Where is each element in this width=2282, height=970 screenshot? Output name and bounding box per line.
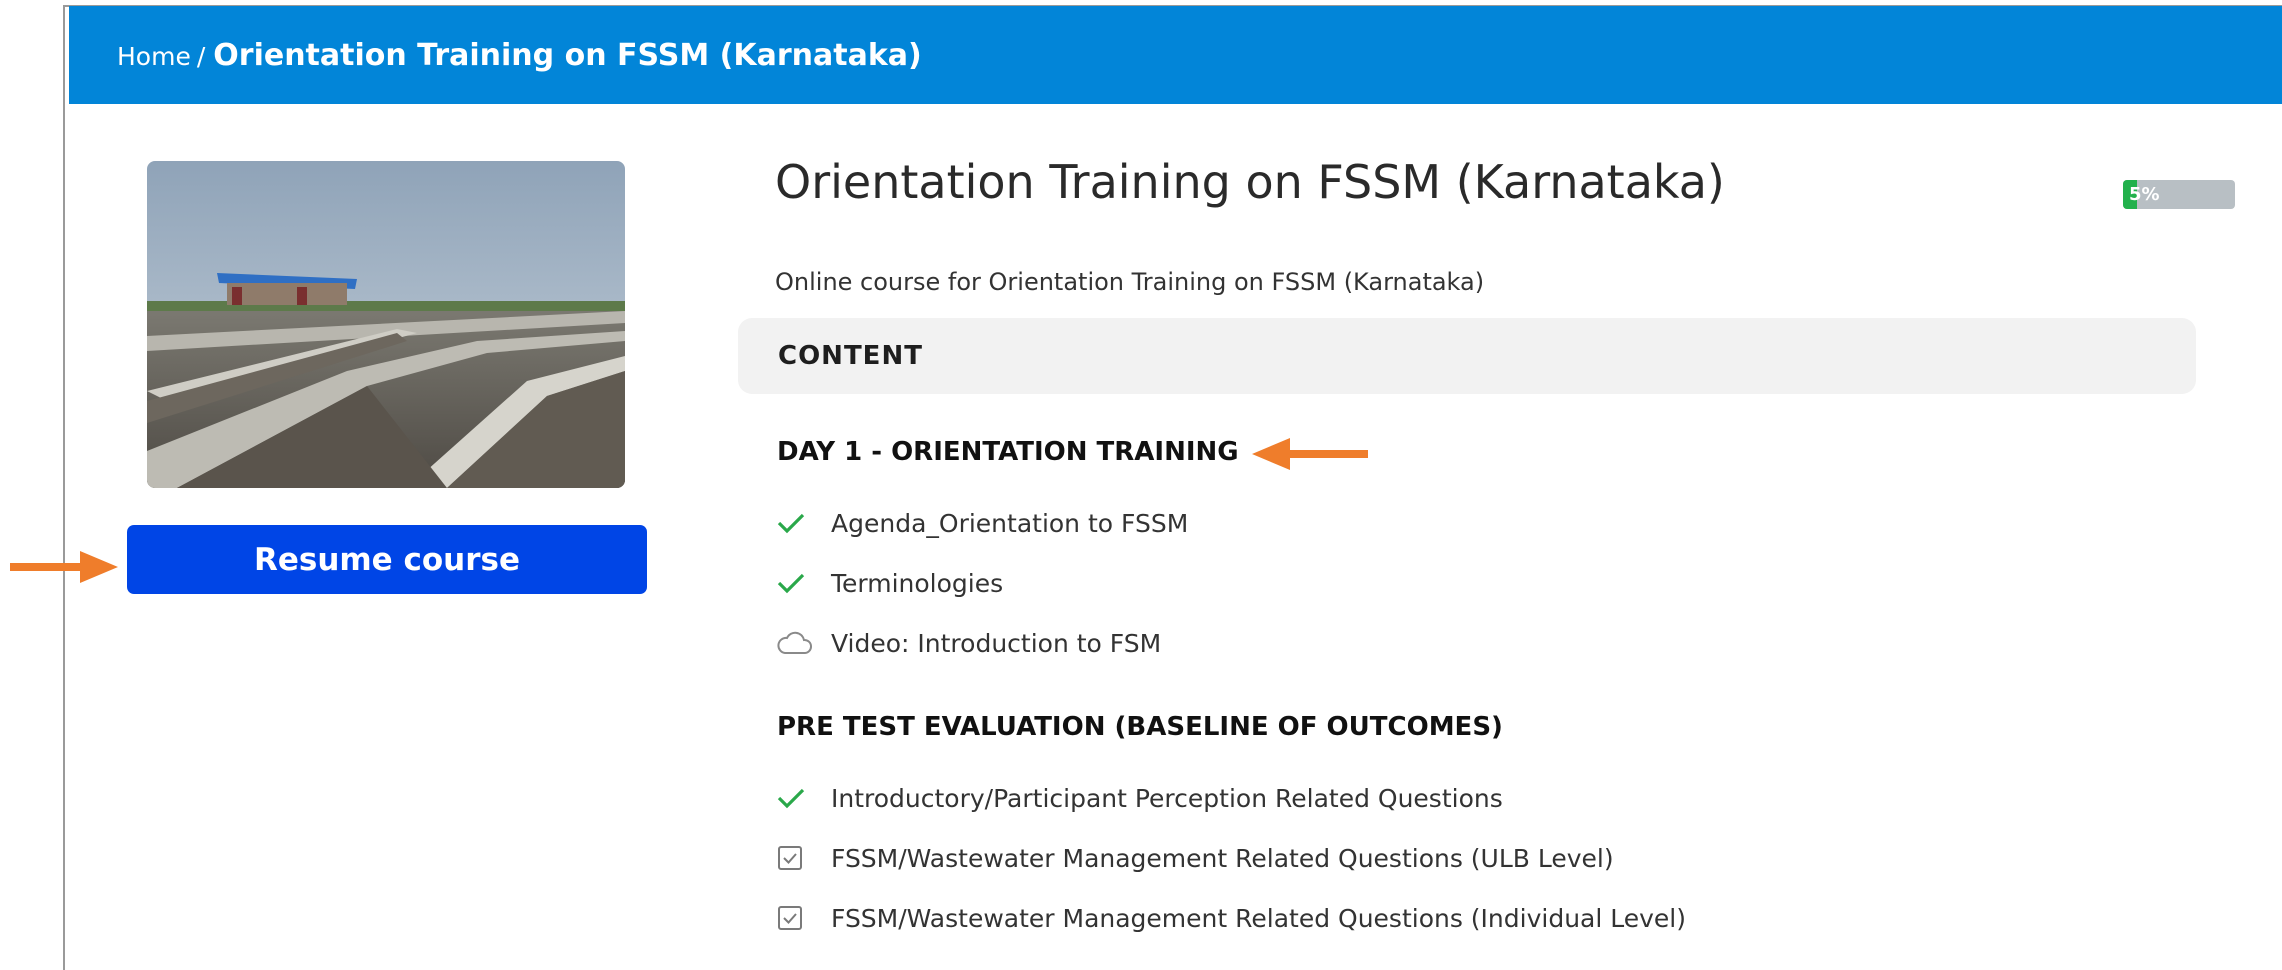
- treatment-plant-photo: [147, 161, 625, 488]
- lesson-label: Introductory/Participant Perception Rela…: [831, 783, 1503, 813]
- annotation-arrow-right-icon: [10, 551, 118, 583]
- checkbox-icon: [777, 903, 813, 933]
- lesson-item[interactable]: FSSM/Wastewater Management Related Quest…: [777, 838, 1614, 878]
- lesson-label: FSSM/Wastewater Management Related Quest…: [831, 843, 1614, 873]
- lesson-label: FSSM/Wastewater Management Related Quest…: [831, 903, 1687, 933]
- checkbox-icon: [777, 843, 813, 873]
- resume-course-button[interactable]: Resume course: [127, 525, 647, 594]
- course-title: Orientation Training on FSSM (Karnataka): [775, 155, 1725, 209]
- lesson-item[interactable]: Agenda_Orientation to FSSM: [777, 503, 1188, 543]
- breadcrumb: Home / Orientation Training on FSSM (Kar…: [117, 38, 922, 73]
- annotation-arrow-left-icon: [1252, 438, 1368, 470]
- section-heading-day1: DAY 1 - ORIENTATION TRAINING: [777, 437, 1239, 467]
- check-icon: [777, 568, 813, 598]
- lesson-item[interactable]: FSSM/Wastewater Management Related Quest…: [777, 898, 1686, 938]
- breadcrumb-separator: /: [196, 41, 206, 71]
- breadcrumb-current: Orientation Training on FSSM (Karnataka): [213, 37, 922, 73]
- content-tab-bar: CONTENT: [738, 318, 2196, 394]
- content-label: CONTENT: [778, 341, 923, 371]
- course-description: Online course for Orientation Training o…: [775, 268, 1485, 296]
- lesson-label: Video: Introduction to FSM: [831, 628, 1162, 658]
- lesson-item[interactable]: Video: Introduction to FSM: [777, 623, 1161, 663]
- cloud-icon: [777, 628, 813, 658]
- progress-label: 5%: [2129, 184, 2160, 205]
- page-header: Home / Orientation Training on FSSM (Kar…: [69, 6, 2282, 104]
- lesson-label: Agenda_Orientation to FSSM: [831, 508, 1189, 538]
- section-heading-pretest: PRE TEST EVALUATION (BASELINE OF OUTCOME…: [777, 712, 1503, 742]
- lesson-label: Terminologies: [831, 568, 1004, 598]
- check-icon: [777, 508, 813, 538]
- course-thumbnail: [147, 161, 625, 488]
- course-progress-bar: 5%: [2123, 180, 2235, 209]
- check-icon: [777, 783, 813, 813]
- lesson-item[interactable]: Introductory/Participant Perception Rela…: [777, 778, 1503, 818]
- breadcrumb-home-link[interactable]: Home: [117, 42, 191, 71]
- lesson-item[interactable]: Terminologies: [777, 563, 1003, 603]
